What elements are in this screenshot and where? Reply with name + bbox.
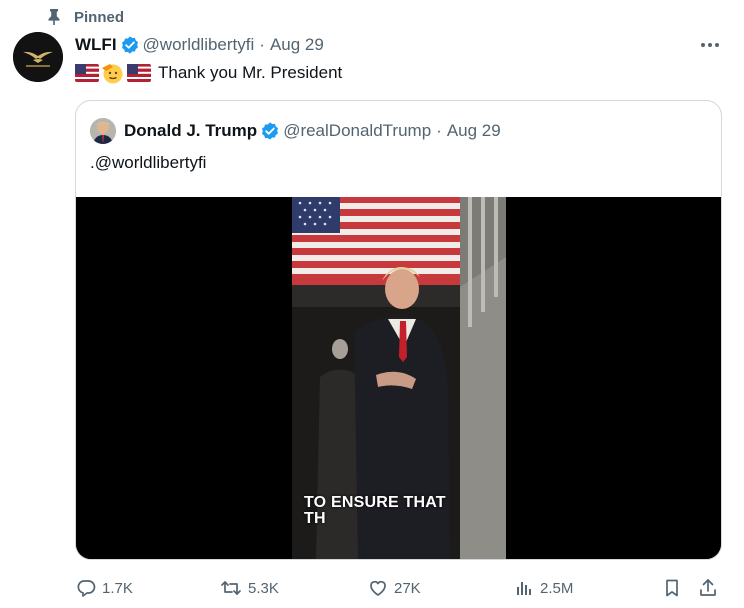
reply-button[interactable]: 1.7K [76,574,133,602]
verified-badge-icon [260,121,280,141]
quoted-author-name[interactable]: Donald J. Trump [124,121,257,141]
tweet-text: Thank you Mr. President [158,63,343,82]
tweet-date[interactable]: Aug 29 [270,35,324,55]
author-name[interactable]: WLFI [75,35,117,55]
author-avatar[interactable] [13,32,63,82]
header-separator: · [259,35,265,54]
us-flag-icon [127,64,151,82]
heart-icon [368,578,388,598]
repost-button[interactable]: 5.3K [220,574,279,602]
pin-icon [40,8,68,26]
video-caption-line-1: TO ENSURE THAT [304,494,446,511]
quoted-author-handle[interactable]: @realDonaldTrump [283,121,431,141]
quoted-author-avatar[interactable] [90,118,116,144]
us-flag-icon [75,64,99,82]
repost-count: 5.3K [248,579,279,597]
share-icon [698,578,718,598]
video-player[interactable]: TO ENSURE THAT TH [76,197,721,559]
quoted-tweet-card[interactable]: Donald J. Trump @realDonaldTrump · Aug 2… [75,100,722,560]
pinned-label: Pinned [74,8,125,26]
more-options-icon[interactable] [696,33,724,57]
bookmark-icon [662,578,682,598]
video-caption-line-2: TH [304,510,326,527]
bookmark-button[interactable] [662,574,682,602]
like-count: 27K [394,579,421,597]
quoted-tweet-header: Donald J. Trump @realDonaldTrump · Aug 2… [90,117,501,145]
analytics-icon [514,578,534,598]
view-count: 2.5M [540,579,574,597]
reply-icon [76,578,96,598]
quoted-tweet-date[interactable]: Aug 29 [447,121,501,141]
reply-count: 1.7K [102,579,133,597]
author-handle[interactable]: @worldlibertyfi [143,35,255,55]
views-button[interactable]: 2.5M [514,574,573,602]
verified-badge-icon [120,35,140,55]
quoted-header-separator: · [436,121,442,140]
share-button[interactable] [698,574,718,602]
video-caption: TO ENSURE THAT TH [304,495,446,527]
tweet-body: Thank you Mr. President [75,60,342,86]
quoted-tweet-text: .@worldlibertyfi [90,153,207,172]
repost-icon [220,578,242,598]
tweet-action-bar: 1.7K 5.3K 27K 2.5M [70,574,730,602]
pinned-indicator: Pinned [40,6,124,28]
tweet-header: WLFI @worldlibertyfi · Aug 29 [75,32,324,58]
saluting-face-icon [101,62,125,84]
like-button[interactable]: 27K [368,574,421,602]
